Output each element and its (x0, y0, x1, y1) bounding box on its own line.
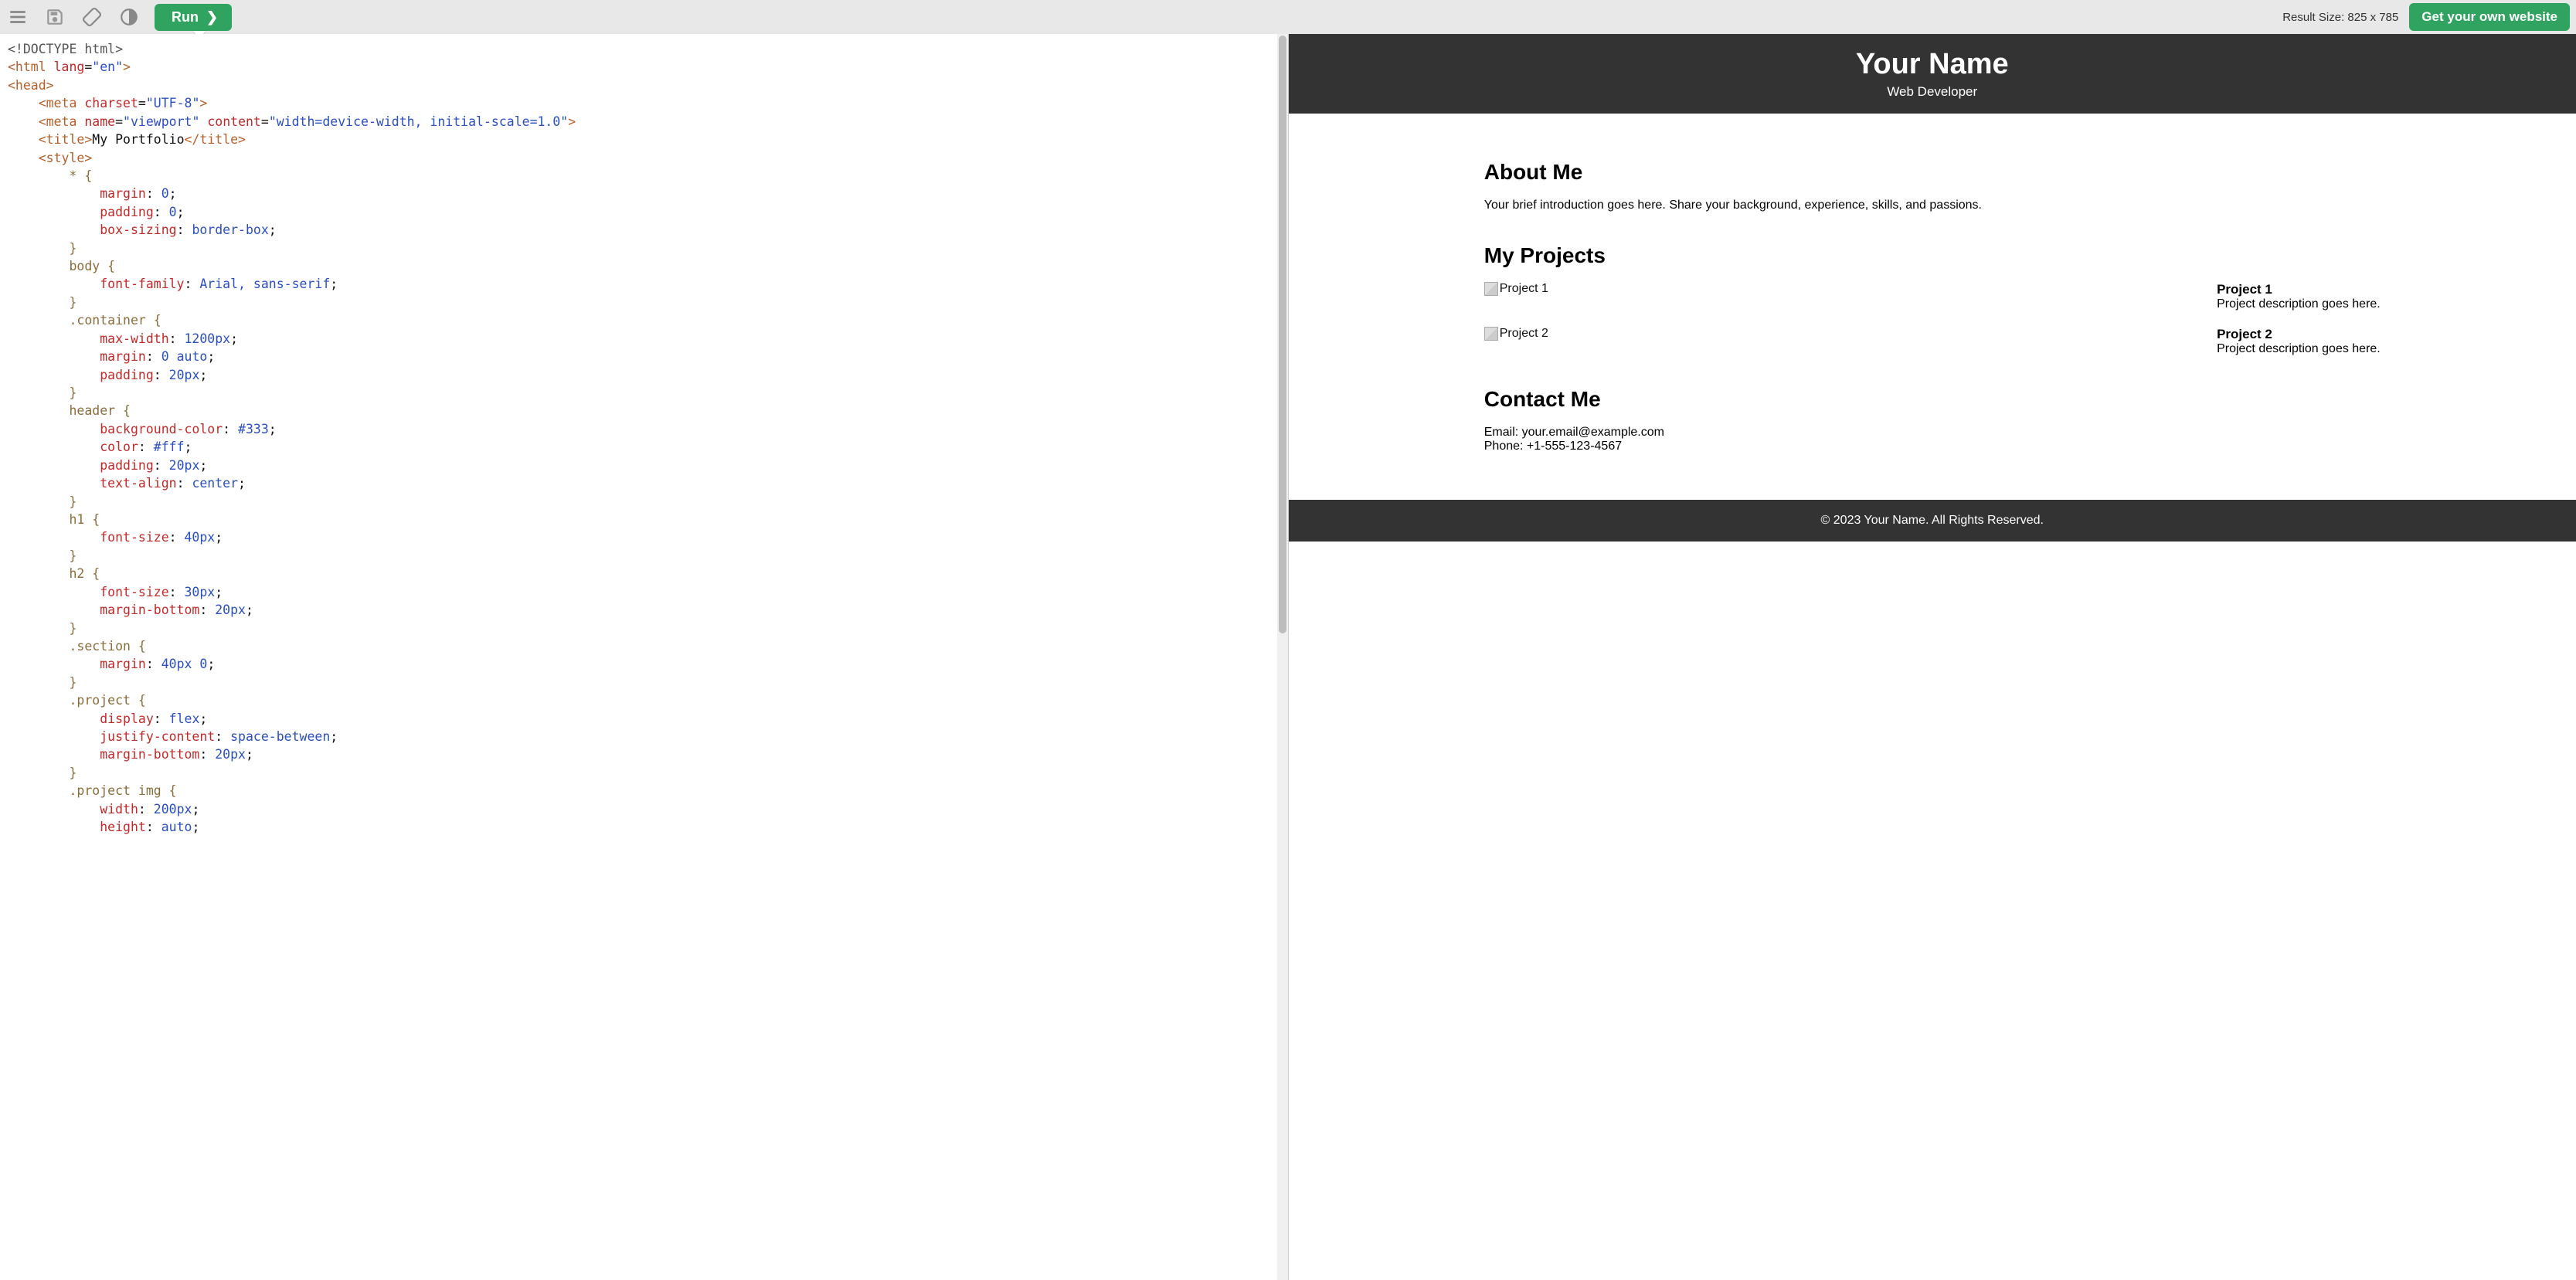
project-info: Project 2 Project description goes here. (2217, 327, 2381, 356)
toolbar: Run ❯ Result Size: 825 x 785 Get your ow… (0, 0, 2576, 34)
project-desc: Project description goes here. (2217, 342, 2381, 356)
toolbar-left: Run ❯ (6, 4, 232, 31)
preview-container: About Me Your brief introduction goes he… (1469, 114, 2396, 500)
menu-icon[interactable] (6, 5, 29, 29)
project-title: Project 1 (2217, 282, 2381, 297)
toolbar-right: Result Size: 825 x 785 Get your own webs… (2282, 3, 2570, 31)
project-title: Project 2 (2217, 327, 2381, 342)
save-icon[interactable] (43, 5, 66, 29)
scrollbar-thumb[interactable] (1279, 36, 1286, 633)
about-section: About Me Your brief introduction goes he… (1484, 160, 2381, 212)
project-item: Project 1 Project 1 Project description … (1484, 282, 2381, 311)
code-editor-pane[interactable]: <!DOCTYPE html> <html lang="en"> <head> … (0, 34, 1289, 1280)
theme-icon[interactable] (117, 5, 141, 29)
contact-phone: Phone: +1-555-123-4567 (1484, 440, 2381, 453)
get-website-button[interactable]: Get your own website (2409, 3, 2570, 31)
projects-heading: My Projects (1484, 243, 2381, 268)
chevron-right-icon: ❯ (206, 9, 218, 25)
run-label: Run (172, 9, 199, 25)
preview-header: Your Name Web Developer (1289, 34, 2576, 114)
run-button[interactable]: Run ❯ (155, 4, 232, 31)
main-split: <!DOCTYPE html> <html lang="en"> <head> … (0, 34, 2576, 1280)
preview-document: Your Name Web Developer About Me Your br… (1289, 34, 2576, 542)
code-content[interactable]: <!DOCTYPE html> <html lang="en"> <head> … (0, 34, 1288, 843)
contact-heading: Contact Me (1484, 387, 2381, 412)
editor-scroll: <!DOCTYPE html> <html lang="en"> <head> … (0, 34, 1288, 1280)
preview-footer: © 2023 Your Name. All Rights Reserved. (1289, 500, 2576, 542)
contact-section: Contact Me Email: your.email@example.com… (1484, 387, 2381, 453)
contact-email: Email: your.email@example.com (1484, 426, 2381, 440)
broken-image-icon: Project 2 (1484, 327, 1548, 341)
project-desc: Project description goes here. (2217, 297, 2381, 311)
project-info: Project 1 Project description goes here. (2217, 282, 2381, 311)
result-size-label: Result Size: 825 x 785 (2282, 11, 2398, 24)
project-item: Project 2 Project 2 Project description … (1484, 327, 2381, 356)
broken-image-icon: Project 1 (1484, 282, 1548, 296)
projects-section: My Projects Project 1 Project 1 Project … (1484, 243, 2381, 356)
preview-pane: Your Name Web Developer About Me Your br… (1289, 34, 2576, 1280)
about-text: Your brief introduction goes here. Share… (1484, 199, 2381, 212)
about-heading: About Me (1484, 160, 2381, 185)
preview-name: Your Name (1303, 48, 2563, 81)
preview-role: Web Developer (1303, 84, 2563, 100)
app-root: Run ❯ Result Size: 825 x 785 Get your ow… (0, 0, 2576, 1280)
rotate-icon[interactable] (80, 5, 104, 29)
scrollbar-track[interactable] (1277, 34, 1288, 1280)
